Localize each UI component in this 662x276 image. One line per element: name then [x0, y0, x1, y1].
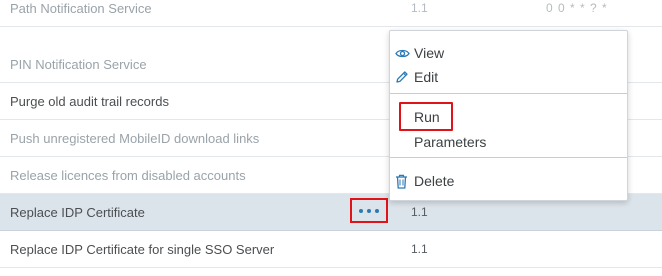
dot-icon	[359, 208, 363, 213]
menu-item-parameters[interactable]: Parameters	[390, 130, 627, 154]
job-version: 1.1	[411, 242, 428, 256]
job-version: 1.1	[411, 205, 428, 219]
menu-item-edit[interactable]: Edit	[390, 65, 627, 89]
job-name: PIN Notification Service	[10, 57, 147, 72]
table-row[interactable]: Path Notification Service 1.1 0 0 * * ? …	[0, 0, 662, 27]
job-name: Path Notification Service	[10, 1, 152, 16]
row-actions-button[interactable]	[350, 198, 388, 223]
job-name: Release licences from disabled accounts	[10, 168, 246, 183]
menu-item-label: Edit	[414, 69, 439, 85]
menu-item-view[interactable]: View	[390, 41, 627, 65]
table-row[interactable]: Replace IDP Certificate for single SSO S…	[0, 231, 662, 268]
row-context-menu: View Edit Run Parameters Delete	[389, 30, 628, 201]
menu-item-delete[interactable]: Delete	[390, 169, 627, 193]
job-schedule: 0 0 * * ? *	[546, 1, 608, 15]
job-name: Purge old audit trail records	[10, 94, 169, 109]
menu-item-label: Delete	[414, 173, 455, 189]
pencil-icon	[390, 70, 414, 84]
menu-item-label: View	[414, 45, 445, 61]
job-name: Replace IDP Certificate for single SSO S…	[10, 242, 275, 257]
eye-icon	[390, 48, 414, 59]
menu-item-label: Parameters	[414, 134, 487, 150]
job-version: 1.1	[411, 1, 428, 15]
menu-divider	[390, 93, 627, 94]
menu-divider	[390, 157, 627, 158]
menu-item-label: Run	[414, 109, 440, 125]
menu-item-run[interactable]: Run	[390, 105, 627, 129]
job-name: Replace IDP Certificate	[10, 205, 145, 220]
job-name: Push unregistered MobileID download link…	[10, 131, 260, 146]
trash-icon	[390, 174, 414, 189]
dot-icon	[367, 208, 371, 213]
dot-icon	[375, 208, 379, 213]
